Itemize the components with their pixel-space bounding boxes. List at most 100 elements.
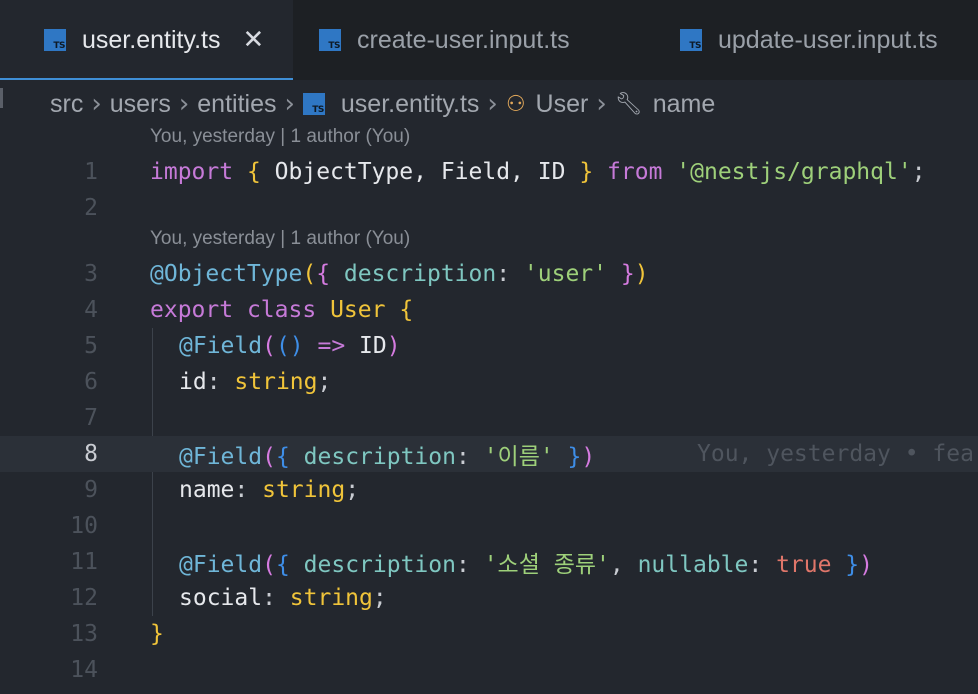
keyword: from bbox=[607, 159, 663, 185]
brace: { bbox=[399, 297, 414, 323]
property-wrench-icon: 🔧︎ bbox=[614, 91, 643, 117]
paren: ( bbox=[262, 444, 276, 470]
line-number: 9 bbox=[84, 477, 98, 503]
punctuation: ; bbox=[372, 585, 387, 611]
code-line[interactable]: 7 bbox=[0, 400, 978, 436]
string-literal: '소셜 종류' bbox=[483, 552, 610, 578]
code-line[interactable]: 5 @Field(() => ID) bbox=[0, 328, 978, 364]
code-line[interactable]: 3 @ObjectType({ description: 'user' }) bbox=[0, 256, 978, 292]
breadcrumb-item-member[interactable]: name bbox=[653, 90, 716, 119]
identifier: ID bbox=[359, 333, 387, 359]
line-number: 14 bbox=[70, 657, 98, 683]
code-line[interactable]: 9 name: string; bbox=[0, 472, 978, 508]
code-line[interactable]: 10 bbox=[0, 508, 978, 544]
breadcrumb-item-class[interactable]: User bbox=[536, 90, 589, 119]
line-number: 8 bbox=[84, 441, 98, 467]
brace: } bbox=[831, 552, 860, 578]
paren: ( bbox=[262, 333, 276, 359]
tab-create-user-input[interactable]: create-user.input.ts bbox=[319, 0, 570, 80]
property-key: description bbox=[289, 552, 456, 578]
class-symbol-icon: ⚇ bbox=[505, 91, 526, 117]
brace: { bbox=[275, 444, 290, 470]
brace: { bbox=[246, 159, 261, 185]
line-number: 11 bbox=[70, 549, 98, 575]
line-number: 13 bbox=[70, 621, 98, 647]
sash-handle[interactable] bbox=[0, 88, 3, 108]
tab-user-entity[interactable]: user.entity.ts ✕ bbox=[0, 0, 293, 80]
decorator: @Field bbox=[179, 333, 263, 359]
brace: { bbox=[275, 552, 290, 578]
property-name: social bbox=[179, 585, 263, 611]
codelens-author[interactable]: You, yesterday | 1 author (You) bbox=[150, 126, 410, 148]
punctuation: ; bbox=[911, 159, 926, 185]
decorator: @ObjectType bbox=[150, 261, 303, 287]
line-number: 5 bbox=[84, 333, 98, 359]
property-key: nullable bbox=[637, 552, 749, 578]
brace: { bbox=[316, 261, 331, 287]
breadcrumb-item-users[interactable]: users bbox=[110, 90, 171, 119]
code-line[interactable]: 6 id: string; bbox=[0, 364, 978, 400]
punctuation: : bbox=[455, 444, 484, 470]
code-line[interactable]: 4 export class User { bbox=[0, 292, 978, 328]
keyword: import bbox=[150, 159, 234, 185]
code-line[interactable]: 2 bbox=[0, 190, 978, 226]
line-number: 2 bbox=[84, 195, 98, 221]
code-editor[interactable]: You, yesterday | 1 author (You) 1 import… bbox=[0, 124, 978, 694]
code-line[interactable]: 14 bbox=[0, 652, 978, 688]
tab-label: user.entity.ts bbox=[82, 25, 221, 54]
codelens-author[interactable]: You, yesterday | 1 author (You) bbox=[150, 228, 410, 250]
type-name: string bbox=[262, 477, 346, 503]
property-key: description bbox=[330, 261, 497, 287]
code-line[interactable]: 13 } bbox=[0, 616, 978, 652]
paren: ) bbox=[859, 552, 874, 578]
tab-label: update-user.input.ts bbox=[718, 25, 938, 54]
code-line[interactable]: 11 @Field({ description: '소셜 종류', nullab… bbox=[0, 544, 978, 580]
line-number: 6 bbox=[84, 369, 98, 395]
paren: ( bbox=[302, 261, 317, 287]
boolean-literal: true bbox=[776, 552, 832, 578]
paren: ) bbox=[634, 261, 649, 287]
property-name: id bbox=[179, 369, 207, 395]
decorator: @Field bbox=[179, 552, 263, 578]
paren: () bbox=[275, 333, 304, 359]
breadcrumb: src › users › entities › user.entity.ts … bbox=[50, 84, 715, 124]
tab-label: create-user.input.ts bbox=[357, 25, 570, 54]
chevron-right-icon: › bbox=[91, 89, 102, 119]
typescript-file-icon bbox=[302, 93, 325, 115]
brace: } bbox=[553, 444, 582, 470]
code-line[interactable]: 1 import { ObjectType, Field, ID } from … bbox=[0, 154, 978, 190]
line-number: 10 bbox=[70, 513, 98, 539]
string-literal: 'user' bbox=[523, 261, 608, 287]
breadcrumb-item-file[interactable]: user.entity.ts bbox=[341, 90, 480, 119]
line-number: 12 bbox=[70, 585, 98, 611]
paren: ) bbox=[581, 444, 596, 470]
brace: } bbox=[607, 261, 635, 287]
punctuation: : bbox=[262, 585, 290, 611]
chevron-right-icon: › bbox=[596, 89, 607, 119]
typescript-file-icon bbox=[319, 29, 341, 51]
breadcrumb-item-entities[interactable]: entities bbox=[197, 90, 276, 119]
punctuation: : bbox=[496, 261, 524, 287]
close-icon[interactable]: ✕ bbox=[243, 25, 265, 55]
identifier: ObjectType, Field, ID bbox=[260, 159, 580, 185]
chevron-right-icon: › bbox=[284, 89, 295, 119]
typescript-file-icon bbox=[680, 29, 702, 51]
paren: ( bbox=[262, 552, 276, 578]
tab-update-user-input[interactable]: update-user.input.ts bbox=[680, 0, 938, 80]
line-number: 7 bbox=[84, 405, 98, 431]
breadcrumb-item-src[interactable]: src bbox=[50, 90, 83, 119]
punctuation: ; bbox=[317, 369, 332, 395]
punctuation: , bbox=[609, 552, 638, 578]
code-line-current[interactable]: 8 @Field({ description: '이름' }) You, yes… bbox=[0, 436, 978, 472]
line-number: 4 bbox=[84, 297, 98, 323]
keyword: class bbox=[246, 297, 317, 323]
class-name: User bbox=[330, 297, 386, 323]
property-key: description bbox=[289, 444, 456, 470]
punctuation: : bbox=[206, 369, 235, 395]
code-line[interactable]: 12 social: string; bbox=[0, 580, 978, 616]
brace: } bbox=[579, 159, 594, 185]
punctuation: : bbox=[748, 552, 777, 578]
type-name: string bbox=[234, 369, 318, 395]
line-number: 1 bbox=[84, 159, 98, 185]
string-literal: '@nestjs/graphql' bbox=[676, 159, 912, 185]
